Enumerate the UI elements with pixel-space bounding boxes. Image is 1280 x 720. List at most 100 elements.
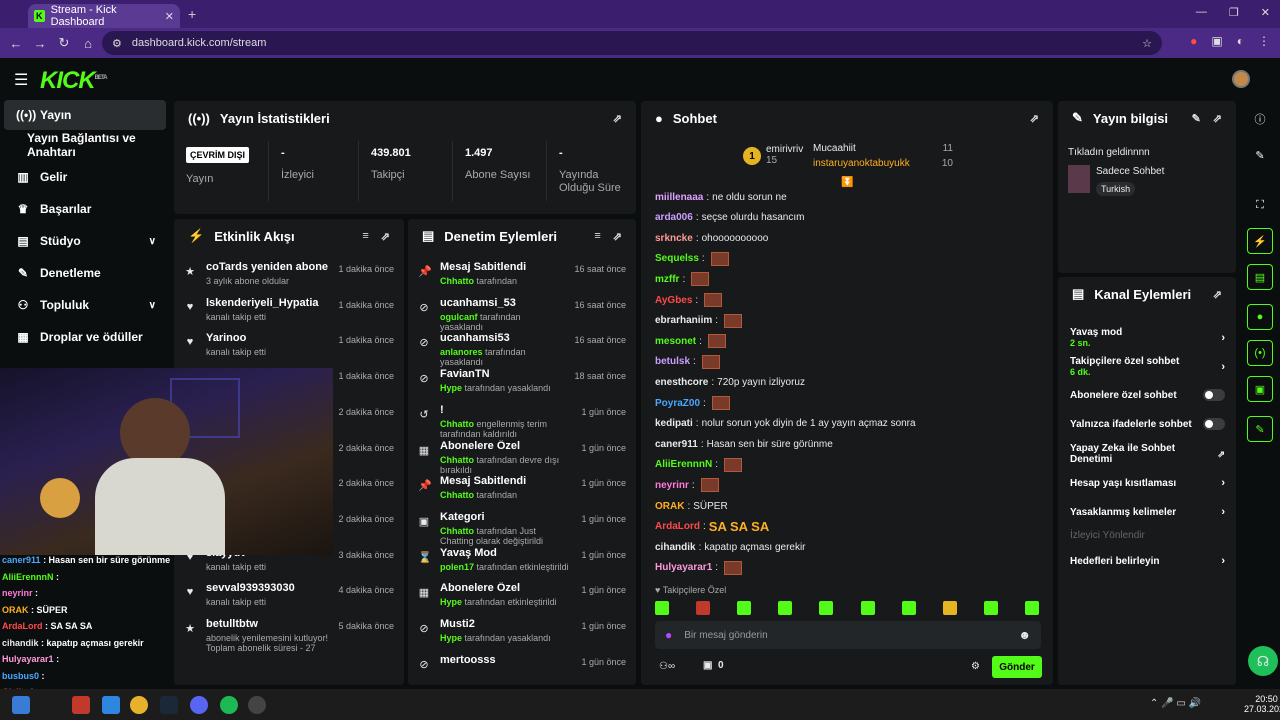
- kick-logo[interactable]: KICKBETA: [40, 67, 108, 95]
- chat-message[interactable]: srkncke: ohoooooooooo: [655, 230, 768, 246]
- filter-icon[interactable]: ≡: [362, 230, 368, 243]
- activity-row[interactable]: ♥ lskenderiyeli_Hypatia kanalı takip etti 1…: [174, 297, 404, 333]
- emote-icon[interactable]: [655, 601, 669, 615]
- profile-icon[interactable]: ◐: [1237, 34, 1244, 48]
- wrench-icon[interactable]: ✎: [1247, 416, 1273, 442]
- chat-username[interactable]: cihandik: [655, 542, 696, 553]
- chat-username[interactable]: AyGbes: [655, 295, 692, 306]
- moderation-row[interactable]: 📌 Mesaj Sabitlendi Chhatto tarafından 1 gün…: [408, 475, 636, 511]
- app-icon[interactable]: [72, 696, 90, 714]
- chat-username[interactable]: srkncke: [655, 233, 693, 244]
- toggle-switch[interactable]: [1203, 389, 1225, 401]
- moderation-row[interactable]: ▣ Kategori Chhatto tarafından Just Chattin…: [408, 511, 636, 547]
- document-icon[interactable]: ▤: [1247, 264, 1273, 290]
- emote-icon[interactable]: [983, 601, 998, 615]
- emote-icon[interactable]: [819, 601, 834, 615]
- chat-message[interactable]: kedipati: nolur sorun yok diyin de 1 ay y…: [655, 416, 916, 432]
- popout-icon[interactable]: ⇗: [613, 230, 622, 243]
- forward-icon[interactable]: →: [28, 36, 52, 51]
- chat-message[interactable]: neyrinr:: [655, 477, 719, 493]
- emote-icon[interactable]: [1024, 601, 1039, 615]
- extensions-puzzle-icon[interactable]: ▣: [1211, 34, 1222, 48]
- emote-icon[interactable]: [778, 601, 793, 615]
- chat-input[interactable]: ● Bir mesaj gönderin ☻: [655, 621, 1041, 649]
- address-bar[interactable]: ⚙ dashboard.kick.com/stream ☆: [102, 31, 1162, 55]
- broadcast-icon[interactable]: (•): [1247, 340, 1273, 366]
- back-icon[interactable]: ←: [4, 36, 28, 51]
- popout-icon[interactable]: ⇗: [381, 230, 390, 243]
- filter-icon[interactable]: ≡: [594, 230, 600, 243]
- send-button[interactable]: Gönder: [992, 656, 1042, 678]
- emote-icon[interactable]: [696, 601, 711, 615]
- moderation-row[interactable]: 📌 Mesaj Sabitlendi Chhatto tarafından 16 sa…: [408, 261, 636, 297]
- chat-username[interactable]: arda006: [655, 212, 693, 223]
- chat-username[interactable]: mesonet: [655, 336, 696, 347]
- obs-icon[interactable]: [248, 696, 266, 714]
- chat-username[interactable]: betulsk: [655, 356, 690, 367]
- close-window-icon[interactable]: ✕: [1261, 6, 1270, 19]
- new-tab-icon[interactable]: +: [188, 6, 196, 22]
- moderation-row[interactable]: ⊘ mertoosss 1 gün önce: [408, 654, 636, 685]
- channel-action-row[interactable]: Yavaş mod 2 sn. ›: [1070, 327, 1225, 348]
- chat-message[interactable]: AliiErennnN:: [655, 457, 743, 473]
- sidebar-item-droplar[interactable]: ▦ Droplar ve ödüller: [4, 322, 166, 352]
- channel-icon[interactable]: ▣: [1247, 376, 1273, 402]
- chat-username[interactable]: ArdaLord: [655, 521, 700, 532]
- spotify-icon[interactable]: [220, 696, 238, 714]
- chat-username[interactable]: AliiErennnN: [655, 459, 712, 470]
- chat-username[interactable]: mzffr: [655, 274, 679, 285]
- moderation-row[interactable]: ▦ Abonelere Özel Hype tarafından etkinleşt…: [408, 582, 636, 618]
- chat-username[interactable]: Hulyayarar1: [655, 562, 712, 573]
- activity-row[interactable]: ♥ sevval939393030 kanalı takip etti 4 dakik…: [174, 582, 404, 618]
- channel-action-row[interactable]: Yalnızca ifadelerle sohbet: [1070, 418, 1225, 430]
- popout-icon[interactable]: ⇗: [1213, 288, 1222, 301]
- chat-message[interactable]: enesthcore:720p yayın izliyoruz: [655, 374, 805, 390]
- steam-icon[interactable]: [160, 696, 178, 714]
- chat-username[interactable]: enesthcore: [655, 377, 708, 388]
- moderation-row[interactable]: ⊘ ucanhamsi_53 ogulcanf tarafından yasakla…: [408, 297, 636, 333]
- moderation-row[interactable]: ⊘ ucanhamsi53 anlanores tarafından yasakla…: [408, 332, 636, 368]
- activity-row[interactable]: ♥ Yarinoo kanalı takip etti 1 dakika önce: [174, 332, 404, 368]
- chat-message[interactable]: Sequelss:: [655, 251, 729, 267]
- emote-icon[interactable]: [737, 601, 752, 615]
- moderation-row[interactable]: ⊘ FavianTN Hype tarafından yasaklandı 18 sa…: [408, 368, 636, 404]
- chat-message[interactable]: ebrarhaniim:: [655, 313, 743, 329]
- chat-username[interactable]: miillenaaa: [655, 192, 703, 203]
- sidebar-item-topluluk[interactable]: ⚇ Topluluk ∨: [4, 290, 166, 320]
- bolt-icon[interactable]: ⚡: [1247, 228, 1273, 254]
- chat-message[interactable]: mesonet:: [655, 333, 726, 349]
- moderation-row[interactable]: ↺! Chhatto engellenmiş terim tarafından k…: [408, 404, 636, 440]
- tray-icons[interactable]: ⌃ 🎤 ▭ 🔊: [1150, 698, 1201, 709]
- chat-users-icon[interactable]: ⚇∞: [659, 661, 675, 672]
- close-tab-icon[interactable]: ✕: [165, 10, 174, 23]
- chat-username[interactable]: PoyraZ00: [655, 398, 700, 409]
- microphone-icon[interactable]: ●: [665, 628, 672, 642]
- edit-icon[interactable]: ✎: [1192, 112, 1201, 125]
- channel-action-row[interactable]: Hedefleri belirleyin ›: [1070, 555, 1225, 567]
- minimize-icon[interactable]: —: [1196, 6, 1207, 19]
- site-info-icon[interactable]: ⚙: [112, 37, 122, 50]
- pencil-icon[interactable]: ✎: [1247, 142, 1273, 168]
- emote-icon[interactable]: [942, 601, 957, 615]
- chat-username[interactable]: caner911: [655, 439, 698, 450]
- chat-message[interactable]: miillenaaa: ne oldu sorun ne: [655, 189, 787, 205]
- activity-row[interactable]: ★ betulltbtw abonelik yenilemesini kutluyo…: [174, 618, 404, 654]
- emoji-icon[interactable]: ☻: [1018, 628, 1031, 642]
- user-avatar[interactable]: [1232, 70, 1250, 88]
- emote-icon[interactable]: [901, 601, 916, 615]
- chat-message[interactable]: betulsk:: [655, 354, 720, 370]
- home-icon[interactable]: ⌂: [76, 36, 100, 51]
- chat-username[interactable]: neyrinr: [655, 480, 689, 491]
- emote-icon[interactable]: [860, 601, 875, 615]
- chat-message[interactable]: Hulyayarar1:: [655, 560, 743, 576]
- sidebar-item-gelir[interactable]: ▥ Gelir: [4, 162, 166, 192]
- chat-icon[interactable]: ●: [1247, 304, 1273, 330]
- chat-message[interactable]: PoyraZ00:: [655, 395, 730, 411]
- browser-menu-icon[interactable]: ⋮: [1258, 34, 1270, 48]
- fullscreen-icon[interactable]: ⛶: [1247, 192, 1273, 218]
- chat-username[interactable]: Sequelss: [655, 253, 699, 264]
- sidebar-item-basarilar[interactable]: ♛ Başarılar: [4, 194, 166, 224]
- popout-icon[interactable]: ⇗: [613, 112, 622, 125]
- chat-message[interactable]: arda006: seçse olurdu hasancım: [655, 210, 804, 226]
- sidebar-item-studyo[interactable]: ▤ Stüdyo ∨: [4, 226, 166, 256]
